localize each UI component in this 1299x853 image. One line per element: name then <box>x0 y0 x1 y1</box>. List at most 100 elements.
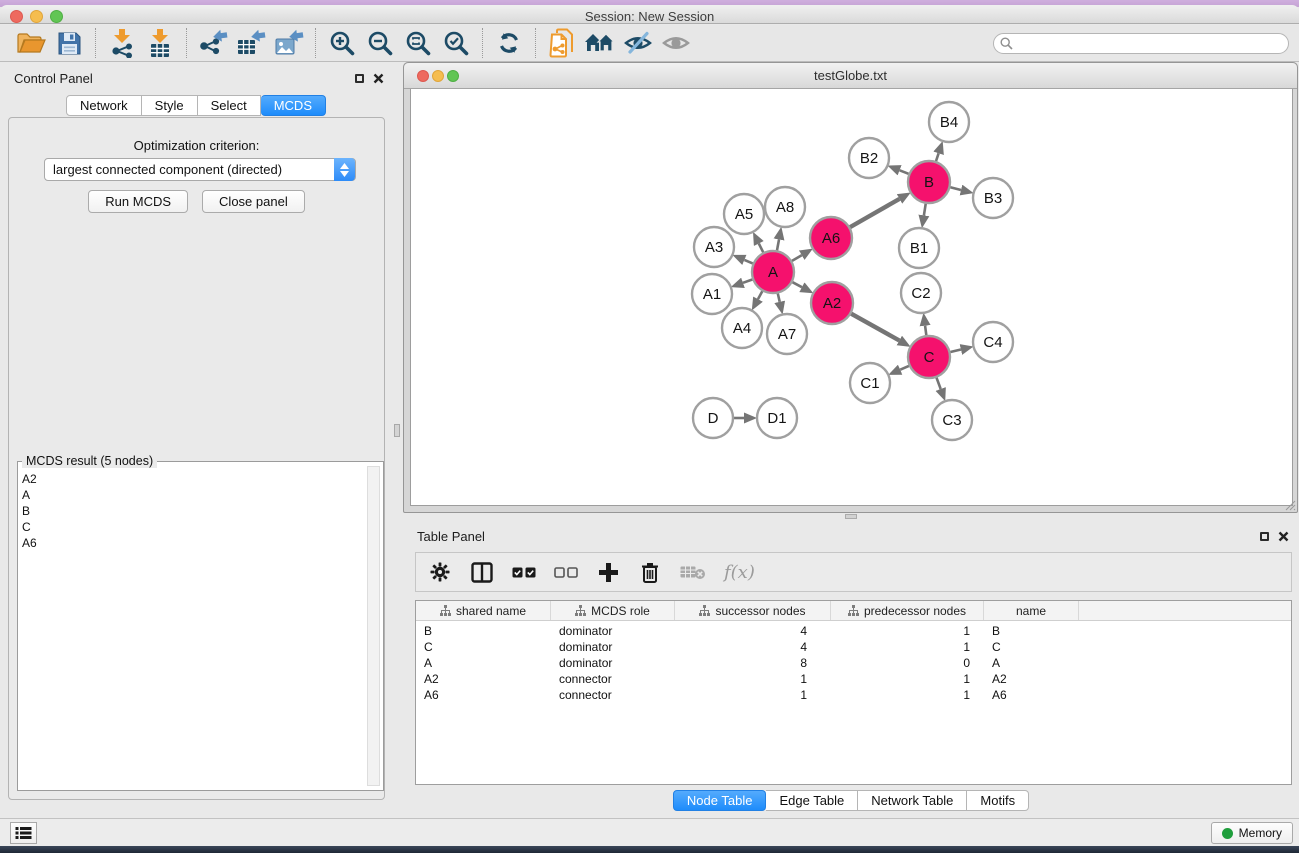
float-panel-icon[interactable] <box>1260 532 1269 541</box>
table-row[interactable]: Adominator80A <box>416 655 1291 671</box>
delete-table-button[interactable] <box>680 558 706 586</box>
mcds-result-list[interactable]: A2ABCA6 <box>22 471 37 551</box>
network-window-titlebar[interactable]: testGlobe.txt <box>404 63 1297 89</box>
tab-network[interactable]: Network <box>66 95 142 116</box>
table-row[interactable]: Cdominator41C <box>416 639 1291 655</box>
graph-node-label-A1: A1 <box>703 286 721 303</box>
graph-edge-A-A1[interactable] <box>743 280 752 283</box>
delete-column-button[interactable] <box>638 558 662 586</box>
graph-edge-A-A2[interactable] <box>793 282 802 287</box>
import-table-button[interactable] <box>141 27 179 59</box>
tab-network-table[interactable]: Network Table <box>858 790 967 811</box>
zoom-fit-icon <box>405 30 432 57</box>
open-file-button[interactable] <box>12 27 50 59</box>
column-header-name[interactable]: name <box>984 601 1079 620</box>
cell-shared_name: C <box>416 640 551 654</box>
show-panels-button[interactable] <box>10 822 37 844</box>
search-input[interactable] <box>993 33 1289 54</box>
export-table-button[interactable] <box>232 27 270 59</box>
table-settings-button[interactable] <box>428 558 452 586</box>
zoom-in-icon <box>329 30 356 57</box>
float-panel-icon[interactable] <box>355 74 364 83</box>
graph-edge-C-C4[interactable] <box>950 350 961 353</box>
table-row[interactable]: Bdominator41B <box>416 623 1291 639</box>
cybrowser-button[interactable] <box>581 27 619 59</box>
mcds-result-scrollbar[interactable] <box>367 466 380 786</box>
graph-edge-A-A3[interactable] <box>744 260 752 264</box>
tab-motifs[interactable]: Motifs <box>967 790 1029 811</box>
graph-edge-A-A7[interactable] <box>778 294 780 302</box>
deselect-all-rows-button[interactable] <box>554 558 578 586</box>
column-type-icon <box>440 605 451 616</box>
network-canvas[interactable]: AA1A2A3A4A5A6A7A8BB1B2B3B4CC1C2C3C4DD1 <box>410 89 1293 506</box>
zoom-in-button[interactable] <box>323 27 361 59</box>
graph-edge-B-B1[interactable] <box>924 204 926 216</box>
network-graph[interactable]: AA1A2A3A4A5A6A7A8BB1B2B3B4CC1C2C3C4DD1 <box>411 89 1292 504</box>
mcds-result-item[interactable]: A2 <box>22 471 37 487</box>
function-builder-button[interactable]: f(x) <box>724 558 755 586</box>
tab-mcds[interactable]: MCDS <box>261 95 326 116</box>
zoom-selected-button[interactable] <box>437 27 475 59</box>
export-image-button[interactable] <box>270 27 308 59</box>
close-panel-button[interactable]: Close panel <box>202 190 305 213</box>
import-network-button[interactable] <box>103 27 141 59</box>
graph-edge-B-B3[interactable] <box>950 187 961 190</box>
main-titlebar: Session: New Session <box>0 5 1299 24</box>
column-header-shared-name[interactable]: shared name <box>416 601 551 620</box>
memory-button[interactable]: Memory <box>1211 822 1293 844</box>
graph-edge-A2-C[interactable] <box>851 314 899 341</box>
column-header-predecessor-nodes[interactable]: predecessor nodes <box>831 601 984 620</box>
graph-edge-A-A4[interactable] <box>758 291 762 299</box>
apply-layout-button[interactable] <box>490 27 528 59</box>
mcds-result-item[interactable]: A <box>22 487 37 503</box>
mcds-result-item[interactable]: A6 <box>22 535 37 551</box>
copy-network-icon <box>549 28 576 58</box>
graph-edge-C-C3[interactable] <box>937 378 941 389</box>
control-panel-title: Control Panel <box>14 71 93 86</box>
splitter-handle[interactable] <box>394 424 400 437</box>
window-resize-grip[interactable] <box>1283 498 1296 511</box>
select-all-rows-button[interactable] <box>512 558 536 586</box>
tab-style[interactable]: Style <box>142 95 198 116</box>
add-column-button[interactable] <box>596 558 620 586</box>
cell-predecessor_nodes: 0 <box>831 656 984 670</box>
column-header-successor-nodes[interactable]: successor nodes <box>675 601 831 620</box>
column-header-MCDS-role[interactable]: MCDS role <box>551 601 675 620</box>
column-layout-button[interactable] <box>470 558 494 586</box>
tab-edge-table[interactable]: Edge Table <box>766 790 858 811</box>
new-network-from-selection-button[interactable] <box>543 27 581 59</box>
cell-name: B <box>984 624 1079 638</box>
tab-node-table[interactable]: Node Table <box>673 790 767 811</box>
close-panel-icon[interactable] <box>373 73 384 84</box>
optimization-criterion-select[interactable]: largest connected component (directed) <box>44 158 356 181</box>
graph-edge-A-A5[interactable] <box>759 244 763 253</box>
graph-node-label-A4: A4 <box>733 320 751 337</box>
run-mcds-button[interactable]: Run MCDS <box>88 190 188 213</box>
cell-mcds_role: connector <box>551 688 675 702</box>
graph-edge-A6-B[interactable] <box>850 199 899 227</box>
graph-edge-A-A6[interactable] <box>792 255 802 261</box>
mcds-result-item[interactable]: C <box>22 519 37 535</box>
close-panel-icon[interactable] <box>1278 531 1289 542</box>
table-row[interactable]: A6connector11A6 <box>416 687 1291 703</box>
table-row[interactable]: A2connector11A2 <box>416 671 1291 687</box>
hide-selected-button[interactable] <box>619 27 657 59</box>
zoom-fit-button[interactable] <box>399 27 437 59</box>
tab-select[interactable]: Select <box>198 95 261 116</box>
column-header-filler <box>1079 601 1291 620</box>
zoom-out-button[interactable] <box>361 27 399 59</box>
graph-edge-B-B2[interactable] <box>900 170 909 174</box>
panel-splitter[interactable] <box>392 62 403 818</box>
export-network-button[interactable] <box>194 27 232 59</box>
optimization-criterion-value: largest connected component (directed) <box>53 162 282 177</box>
graph-edge-A-A8[interactable] <box>777 240 779 251</box>
graph-edge-B-B4[interactable] <box>936 153 939 161</box>
cell-predecessor_nodes: 1 <box>831 688 984 702</box>
graph-edge-C-C2[interactable] <box>925 326 926 336</box>
show-all-button[interactable] <box>657 27 695 59</box>
graph-node-label-B2: B2 <box>860 150 878 167</box>
mcds-result-item[interactable]: B <box>22 503 37 519</box>
save-session-button[interactable] <box>50 27 88 59</box>
table-splitter-handle[interactable] <box>845 514 857 519</box>
graph-edge-C-C1[interactable] <box>900 366 909 370</box>
